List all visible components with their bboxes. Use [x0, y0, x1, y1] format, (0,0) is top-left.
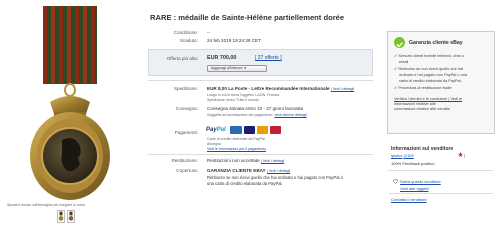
delivery-note-text: Soggetta ad accettazione del pagamento.: [207, 113, 275, 117]
guarantee-title: Garanzia cliente eBay: [409, 40, 463, 46]
shipping-cost: EUR 8,00 La Poste - Lettre Recommandée I…: [207, 86, 330, 91]
guarantee-line: email: [399, 59, 409, 64]
condition-label: Condizione:: [173, 30, 198, 35]
chevron-down-icon: ▼: [243, 66, 247, 70]
shipping-details-link[interactable]: | Vedi i dettagli: [331, 87, 354, 91]
payment-info-link[interactable]: Vedi le informazioni per il pagamento: [207, 147, 266, 151]
seller-score[interactable]: (2109: [403, 153, 413, 158]
delivery-label: Consegna:: [175, 106, 198, 111]
returns-details-link[interactable]: | Vedi i dettagli: [261, 159, 284, 163]
guarantee-line-text: Procedura di restituzione facile: [398, 85, 452, 90]
divider: [388, 193, 493, 194]
price-value: EUR 700,00: [207, 55, 237, 61]
returns-text: Restituzioni non accettate: [207, 158, 260, 163]
watch-button-label: Aggiungi all'elenco: [211, 66, 243, 70]
seller-name-line: lplutcz (2109: [391, 153, 414, 158]
guarantee-line: ordinato e hai pagato con PayPal o una: [399, 72, 468, 77]
delivery-details-link[interactable]: Vedi ulteriori dettagli: [274, 113, 306, 117]
guarantee-line: ✓ Rimborso se non ricevi quello che hai: [394, 66, 463, 71]
shipping-label: Spedizione:: [173, 86, 198, 91]
contact-seller-link[interactable]: Contatta il venditore: [391, 197, 427, 202]
guarantee-line: ✓ Servizio clienti tramite telefono, cha…: [394, 53, 464, 58]
payments-label: Pagamenti:: [174, 130, 198, 135]
ends-label: Scaduto:: [179, 38, 198, 43]
paypal-logo-part1: Pay: [206, 127, 217, 133]
coverage-details-link[interactable]: | Vedi i dettagli: [267, 169, 290, 173]
seller-feedback: 100% Feedback positivo: [391, 161, 435, 166]
guarantee-terms-line: commissioni relative alle vendite: [394, 106, 450, 111]
visa-card-icon: [244, 126, 255, 134]
other-items-link[interactable]: Vedi altri oggetti: [400, 186, 428, 191]
image-zoom-caption: Sposta il mouse sull'immagine per esegui…: [7, 203, 86, 207]
seller-heading: Informazioni sul venditore: [391, 146, 454, 152]
check-icon: ✓: [394, 66, 398, 71]
paypal-logo-part2: Pal: [216, 127, 226, 133]
shipping-value: EUR 8,00 La Poste - Lettre Recommandée I…: [207, 86, 354, 91]
guarantee-line-text: Servizio clienti tramite telefono, chat …: [398, 53, 464, 58]
guarantee-line-text: Rimborso se non ricevi quello che hai: [398, 66, 464, 71]
guarantee-shield-icon: [394, 37, 405, 48]
ships-to: Spedizione verso: Tutto il mondo: [207, 98, 260, 102]
discover-card-icon: [270, 126, 281, 134]
guarantee-line: ✓ Procedura di restituzione facile: [394, 85, 452, 90]
guarantee-line: carta di credito elaborata da PayPal.: [399, 78, 462, 83]
divider: [388, 170, 493, 171]
coverage-text-2: una carta di credito elaborata da PayPal…: [207, 181, 283, 186]
ends-value: 24 feb 2019 19:24:39 CET: [207, 38, 261, 43]
divider: [148, 80, 373, 81]
save-seller-link[interactable]: Salva questo venditore: [400, 179, 441, 184]
price-label: Offerta più alta:: [166, 56, 198, 61]
item-location: Luogo in cui si trova l'oggetto: LAON, F…: [207, 93, 280, 97]
check-icon: ✓: [394, 85, 398, 90]
thumbnail-2[interactable]: [67, 210, 75, 223]
bids-link[interactable]: [ 27 offerte ]: [255, 55, 282, 61]
credit-card-icon: [230, 126, 242, 134]
coverage-text-1: Rimborso se non ricevi quello che hai or…: [207, 175, 343, 180]
delivery-value: Consegna stimata entro 10 - 27 giorni la…: [207, 106, 304, 111]
paypal-logo: PayPal: [206, 127, 226, 133]
condition-value: --: [207, 30, 211, 35]
seller-name-link[interactable]: lplutcz: [391, 153, 402, 158]
thumbnail-1[interactable]: [57, 210, 65, 223]
feedback-star-icon: [458, 152, 463, 157]
seller-score-close: ): [464, 153, 466, 158]
payment-cheque: Assegno: [207, 142, 221, 146]
mastercard-icon: [257, 126, 268, 134]
divider: [148, 154, 373, 155]
returns-label: Restituzione:: [171, 158, 198, 163]
payment-paypal-cards: Carte di credito elaborate da PayPal: [207, 137, 265, 141]
main-item-image[interactable]: [10, 6, 130, 202]
coverage-value: GARANZIA CLIENTE EBAY | Vedi i dettagli: [207, 168, 290, 173]
check-icon: ✓: [394, 53, 398, 58]
heart-icon[interactable]: [393, 179, 398, 184]
returns-value: Restituzioni non accettate | Vedi i dett…: [207, 158, 284, 163]
image-gallery: Sposta il mouse sull'immagine per esegui…: [0, 0, 138, 245]
coverage-title: GARANZIA CLIENTE EBAY: [207, 168, 266, 173]
delivery-note: Soggetta ad accettazione del pagamento. …: [207, 113, 307, 117]
add-to-watchlist-button[interactable]: Aggiungi all'elenco ▼: [207, 65, 267, 72]
listing-title: RARE : médaille de Sainte-Hélène partiel…: [150, 13, 345, 22]
coverage-label: Copertura:: [176, 168, 198, 173]
